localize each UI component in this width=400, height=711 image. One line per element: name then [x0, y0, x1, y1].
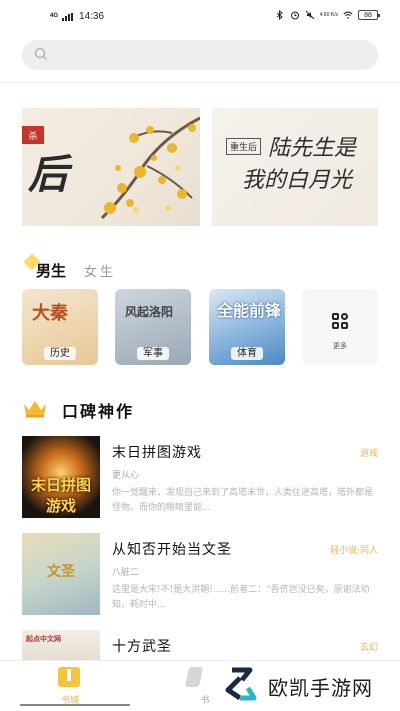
- banner-slide[interactable]: 重生后 陆先生是 我的白月光: [212, 108, 378, 226]
- grid-icon: [332, 313, 348, 329]
- book-genre: 玄幻: [359, 643, 378, 653]
- cover-title: 起点中文网: [26, 634, 61, 643]
- book-icon: [184, 667, 204, 687]
- mute-icon: [305, 10, 315, 20]
- category-cover-text: 大秦: [32, 303, 68, 324]
- network-speed: 4.60 K/s: [319, 11, 338, 18]
- book-genre: 游戏: [359, 449, 378, 459]
- book-title: 十方武圣: [112, 639, 172, 655]
- book-cover: 末日拼图游戏: [22, 436, 100, 518]
- search-icon: [34, 46, 48, 65]
- gender-tabs: 男生 女生: [22, 253, 116, 282]
- banner-tag: 重生后: [226, 138, 262, 155]
- nav-indicator: [20, 704, 130, 706]
- book-cover: 文圣: [22, 533, 100, 615]
- battery-level: 88: [364, 11, 372, 19]
- category-label: 军事: [137, 347, 169, 360]
- tab-female[interactable]: 女生: [84, 261, 116, 280]
- battery-icon: 88: [358, 10, 380, 20]
- book-item[interactable]: 文圣 从知否开始当文圣 轻小说·同人 八脏二 这里是大宋!不!是大洪朝!....…: [22, 533, 378, 615]
- banner-subheadline: 我的白月光: [242, 168, 353, 193]
- cover-title: 文圣: [47, 564, 75, 580]
- book-author: 八脏二: [112, 568, 140, 578]
- category-cover-text: 全能前锋: [217, 301, 282, 320]
- crown-icon: [22, 398, 48, 422]
- tab-male-label: 男生: [36, 261, 67, 280]
- clock: 14:36: [79, 11, 105, 22]
- book-description: 你一觉醒来，发现自己来到了高塔末世，人类住进高塔，塔外都是怪物。而你的眼睛里能.…: [112, 488, 374, 513]
- book-title: 从知否开始当文圣: [112, 542, 232, 558]
- status-bar: 4G 14:36 4.60 K/s 88: [0, 0, 400, 34]
- category-history[interactable]: 大秦 历史: [22, 289, 98, 365]
- book-item[interactable]: 末日拼图游戏 末日拼图游戏 游戏 更从心 你一觉醒来，发现自己来到了高塔末世，人…: [22, 436, 378, 518]
- nav-bookstore[interactable]: 书城: [40, 667, 100, 707]
- watermark-logo-icon: [220, 666, 260, 706]
- book-description: 这里是大宋!不!是大洪朝!......前者二：“吾侪岂没已矣，原谢法劝知，耗时中…: [112, 585, 370, 610]
- book-genre: 轻小说·同人: [330, 546, 378, 556]
- status-left: 4G 14:36: [50, 11, 104, 22]
- banner-slide[interactable]: 杀 后: [22, 108, 200, 226]
- banner-carousel[interactable]: 杀 后 重生后 陆先生是 我的白月光: [0, 108, 400, 226]
- watermark-text: 欧凯手游网: [268, 675, 373, 700]
- category-military[interactable]: 风起洛阳 军事: [115, 289, 191, 365]
- search-input[interactable]: [54, 48, 354, 62]
- search-bar[interactable]: [22, 40, 378, 70]
- alarm-icon: [290, 10, 300, 20]
- signal-icon: [62, 12, 74, 21]
- banner-headline: 后: [28, 151, 68, 198]
- nav-bookshelf[interactable]: 书: [165, 667, 225, 707]
- bluetooth-icon: [275, 10, 285, 20]
- network-type: 4G: [50, 13, 59, 19]
- category-label: 更多: [333, 342, 347, 350]
- category-more[interactable]: 更多: [302, 289, 378, 365]
- header-divider: [0, 82, 400, 83]
- wifi-icon: [343, 10, 353, 20]
- category-row: 大秦 历史 风起洛阳 军事 全能前锋 体育 更多: [22, 289, 378, 365]
- banner-headline: 陆先生是: [268, 136, 357, 161]
- watermark: 欧凯手游网: [220, 665, 373, 707]
- cover-title: 末日拼图游戏: [30, 476, 91, 515]
- section-header: 口碑神作: [22, 398, 134, 422]
- category-cover-text: 风起洛阳: [125, 305, 174, 319]
- category-label: 体育: [231, 347, 263, 360]
- bookstore-icon: [58, 667, 80, 687]
- category-label: 历史: [44, 347, 76, 360]
- category-sports[interactable]: 全能前锋 体育: [209, 289, 285, 365]
- section-title: 口碑神作: [62, 402, 135, 421]
- book-title: 末日拼图游戏: [112, 445, 202, 461]
- tab-male[interactable]: 男生: [22, 253, 67, 281]
- status-right: 4.60 K/s 88: [275, 10, 380, 20]
- book-author: 更从心: [112, 471, 140, 481]
